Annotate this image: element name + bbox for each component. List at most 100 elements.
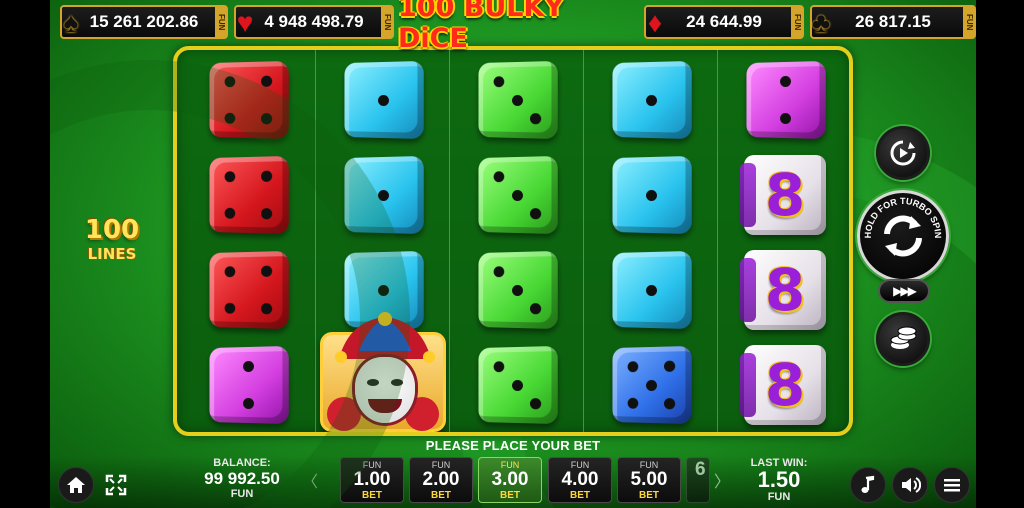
bet-option-4[interactable]: FUN 4.00 BET bbox=[548, 457, 612, 503]
game-logo: 100 BULKY DiCE bbox=[398, 0, 564, 54]
dice-green-3 bbox=[478, 345, 558, 424]
bet-option-5[interactable]: FUN 5.00 BET bbox=[617, 457, 681, 503]
fullscreen-icon bbox=[105, 474, 127, 496]
bet-label: BET bbox=[431, 490, 451, 501]
fullscreen-button[interactable] bbox=[98, 467, 134, 503]
bet-scroll-left-button[interactable]: 〈 bbox=[302, 468, 318, 492]
eight-symbol: 8 bbox=[740, 154, 826, 235]
dice-pip bbox=[529, 112, 542, 124]
bet-option-2[interactable]: FUN 2.00 BET bbox=[409, 457, 473, 503]
reel-cell bbox=[316, 311, 450, 432]
dice-pip bbox=[627, 397, 639, 409]
dice-green-3 bbox=[478, 155, 558, 234]
reel-cell bbox=[584, 147, 718, 242]
dice-pip bbox=[224, 170, 236, 182]
jackpot-diamond: ♦ 24 644.99 FUN bbox=[644, 5, 804, 39]
autoplay-icon bbox=[890, 140, 916, 166]
dice-pip bbox=[377, 93, 389, 106]
home-button[interactable] bbox=[58, 467, 94, 503]
music-note-icon bbox=[861, 475, 875, 493]
dice-pip bbox=[224, 112, 236, 124]
dice-cyan-1 bbox=[612, 155, 692, 234]
jackpot-club: ♣ 26 817.15 FUN bbox=[810, 5, 976, 39]
reel-cell bbox=[450, 337, 584, 432]
dice-pip bbox=[224, 302, 236, 314]
eight-symbol-label: 8 bbox=[764, 160, 806, 229]
reel-cell bbox=[181, 337, 315, 432]
reel-column: 8 8 8 bbox=[717, 50, 849, 432]
bet-label: BET bbox=[570, 490, 590, 501]
reel-cell bbox=[181, 52, 315, 147]
dice-pip bbox=[645, 378, 657, 391]
hamburger-menu-icon bbox=[944, 479, 960, 492]
dice-pip bbox=[645, 188, 657, 201]
dice-pip bbox=[493, 265, 505, 277]
dice-pip bbox=[260, 302, 273, 314]
bet-option-3-selected[interactable]: FUN 3.00 BET bbox=[478, 457, 542, 503]
reel-cell bbox=[181, 242, 315, 337]
bet-label: BET bbox=[639, 490, 659, 501]
reel-cell bbox=[584, 337, 718, 432]
reel-column bbox=[583, 50, 717, 432]
dice-pip bbox=[242, 397, 254, 409]
bet-label: BET bbox=[362, 490, 382, 501]
menu-button[interactable] bbox=[934, 467, 970, 503]
turbo-toggle[interactable]: ▶▶▶ bbox=[878, 279, 930, 303]
bet-label: BET bbox=[500, 490, 520, 501]
lines-badge: 100 LINES bbox=[78, 215, 146, 263]
jackpot-bar: ♠ 15 261 202.86 FUN ♥ 4 948 498.79 FUN 1… bbox=[50, 0, 976, 54]
dice-pip bbox=[627, 360, 639, 372]
reel-column bbox=[315, 50, 449, 432]
bet-value: 2.00 bbox=[422, 469, 460, 490]
game-stage: ♠ 15 261 202.86 FUN ♥ 4 948 498.79 FUN 1… bbox=[50, 0, 976, 508]
reel-cell: 8 bbox=[718, 337, 849, 432]
diamond-icon: ♦ bbox=[647, 7, 663, 38]
reel-cell bbox=[450, 242, 584, 337]
reel-cell: 8 bbox=[718, 147, 849, 242]
joker-wild-symbol bbox=[320, 311, 446, 432]
jackpot-currency: FUN bbox=[215, 7, 227, 37]
autoplay-button[interactable] bbox=[876, 126, 930, 180]
balance-currency: FUN bbox=[230, 488, 254, 500]
bet-value: 5.00 bbox=[630, 469, 668, 490]
dice-red-4 bbox=[209, 155, 289, 234]
music-button[interactable] bbox=[850, 467, 886, 503]
jackpot-currency: FUN bbox=[381, 7, 393, 37]
reel-cell: 8 bbox=[718, 242, 849, 337]
dice-cyan-1 bbox=[344, 155, 424, 234]
reel-cell bbox=[584, 52, 718, 147]
bet-value: 6 bbox=[695, 459, 706, 480]
dice-pip bbox=[242, 360, 254, 372]
dice-pip bbox=[529, 207, 542, 219]
dice-pip bbox=[511, 188, 523, 201]
dice-magenta-2 bbox=[209, 345, 289, 424]
bet-value: 3.00 bbox=[491, 469, 529, 490]
dice-red-4 bbox=[209, 250, 289, 329]
dice-pip bbox=[511, 283, 523, 296]
sound-button[interactable] bbox=[892, 467, 928, 503]
jackpot-spade-value: 15 261 202.86 bbox=[89, 12, 199, 31]
dice-cyan-1 bbox=[612, 250, 692, 329]
dice-cyan-1 bbox=[344, 60, 424, 139]
joker-eye bbox=[391, 378, 403, 386]
dice-pip bbox=[511, 378, 523, 391]
dice-pip bbox=[645, 283, 657, 296]
bet-option-6-partial[interactable]: 6 bbox=[686, 457, 710, 503]
dice-pip bbox=[663, 397, 676, 409]
reel-cell bbox=[450, 147, 584, 242]
dice-pip bbox=[260, 207, 273, 219]
bet-scroll-right-button[interactable]: 〉 bbox=[714, 468, 730, 492]
dice-pip bbox=[260, 112, 273, 124]
dice-pip bbox=[663, 360, 676, 372]
reel-cell bbox=[316, 52, 450, 147]
eight-symbol-side bbox=[740, 352, 756, 417]
dice-pip bbox=[779, 112, 791, 124]
eight-symbol-label: 8 bbox=[764, 350, 806, 419]
bet-settings-button[interactable] bbox=[876, 312, 930, 366]
reel-cell bbox=[316, 147, 450, 242]
heart-icon: ♥ bbox=[236, 7, 254, 38]
reel-column bbox=[449, 50, 583, 432]
bet-option-1[interactable]: FUN 1.00 BET bbox=[340, 457, 404, 503]
status-message: PLEASE PLACE YOUR BET bbox=[425, 438, 601, 453]
dice-pip bbox=[511, 93, 523, 106]
